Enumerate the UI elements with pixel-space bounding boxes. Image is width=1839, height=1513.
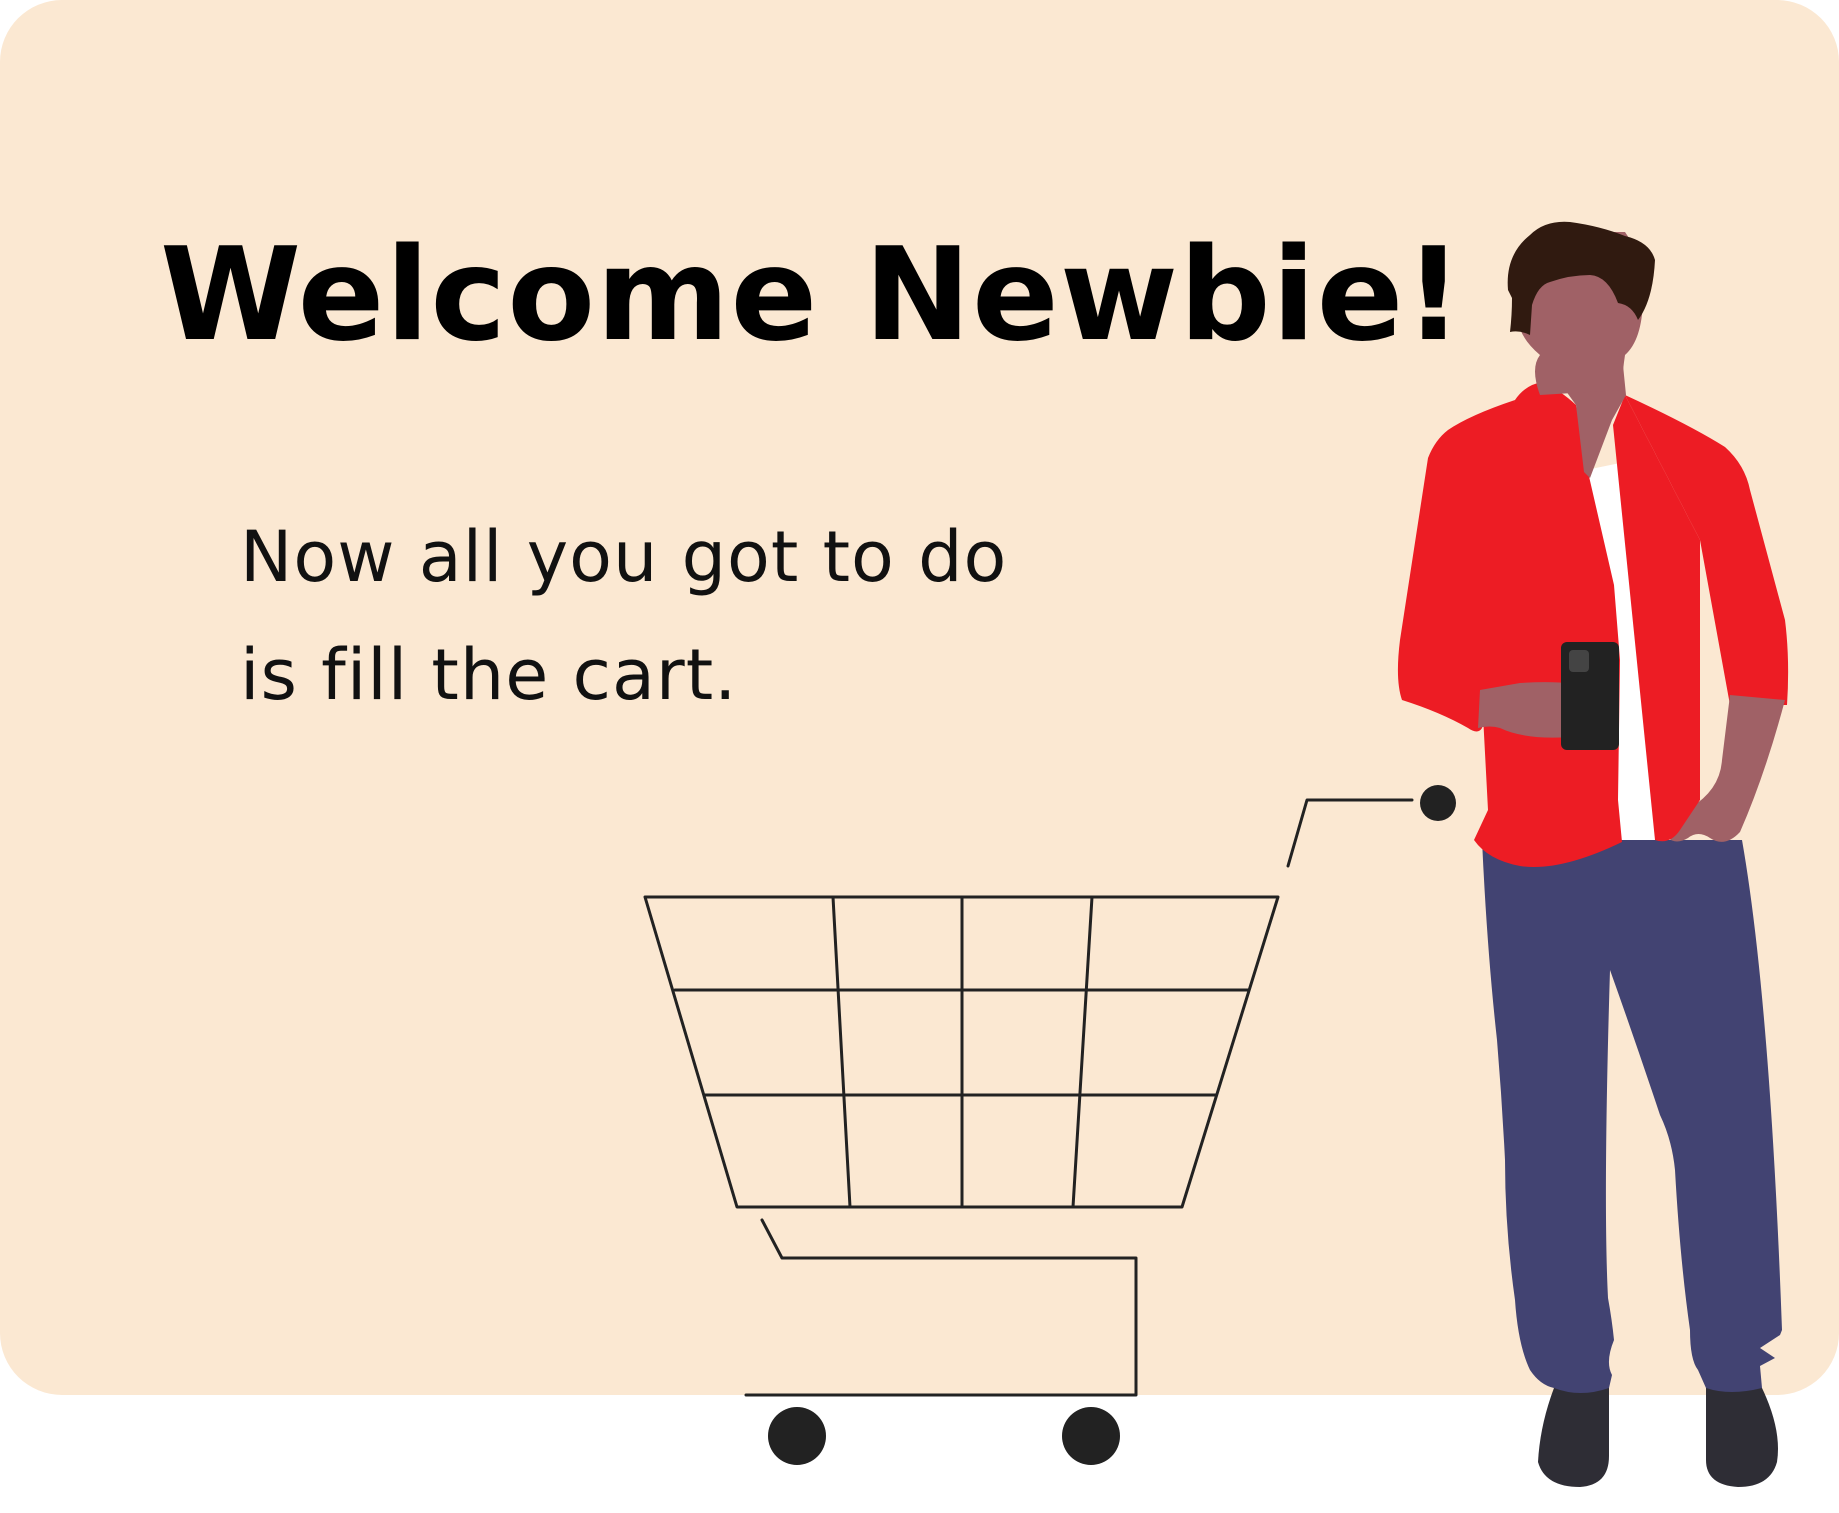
cart-grid-col-1 [831, 895, 852, 1209]
cart-handle-knob [1420, 785, 1456, 821]
cart-chassis [744, 1218, 1138, 1397]
phone-camera-icon [1569, 650, 1589, 672]
pants [1482, 840, 1782, 1393]
cart-wheel-left [768, 1407, 826, 1465]
cart-handle-arm [1286, 798, 1414, 868]
right-shoe [1706, 1388, 1778, 1487]
left-shoe [1538, 1388, 1609, 1487]
cart-wheel-right [1062, 1407, 1120, 1465]
person-with-phone-illustration [1397, 221, 1789, 1487]
cart-grid-col-3 [1071, 895, 1094, 1209]
left-sleeve [1397, 400, 1515, 732]
illustration-layer [643, 221, 1789, 1487]
shopping-cart-icon [643, 798, 1414, 1397]
